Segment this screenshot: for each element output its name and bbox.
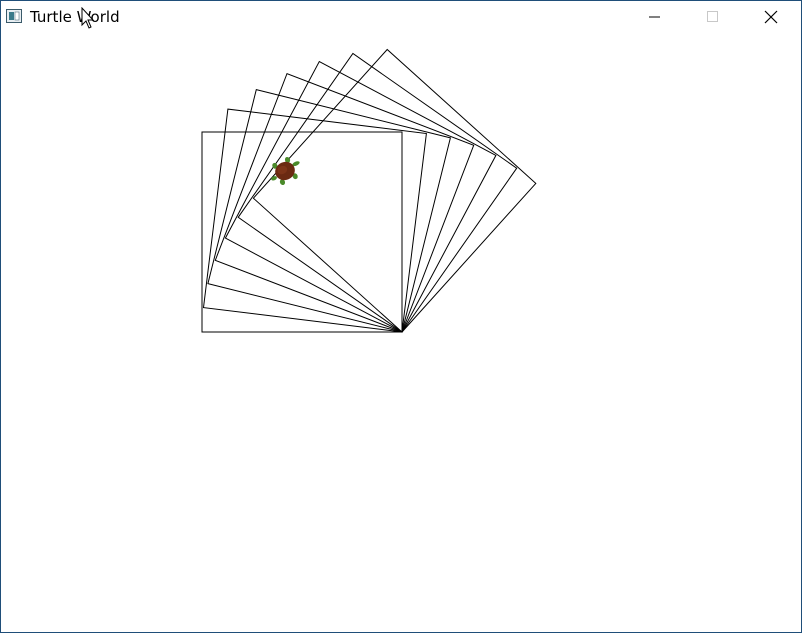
drawing-squares [201,48,537,333]
maximize-button[interactable] [690,1,736,32]
minimize-button[interactable] [632,1,678,32]
drawn-square-1 [201,131,403,333]
close-icon [764,10,778,23]
drawn-square-3 [207,88,452,333]
window-title: Turtle World [30,8,120,26]
mouse-cursor-icon [81,7,95,29]
app-icon [6,9,22,23]
turtle-canvas[interactable] [1,32,801,632]
drawn-square-7 [252,48,537,333]
close-button[interactable] [748,1,794,32]
turtle-world-window: Turtle World [0,0,802,633]
minimize-icon [649,16,660,17]
turtle-icon [271,156,300,186]
title-bar[interactable]: Turtle World [1,1,801,32]
maximize-icon [707,10,718,22]
